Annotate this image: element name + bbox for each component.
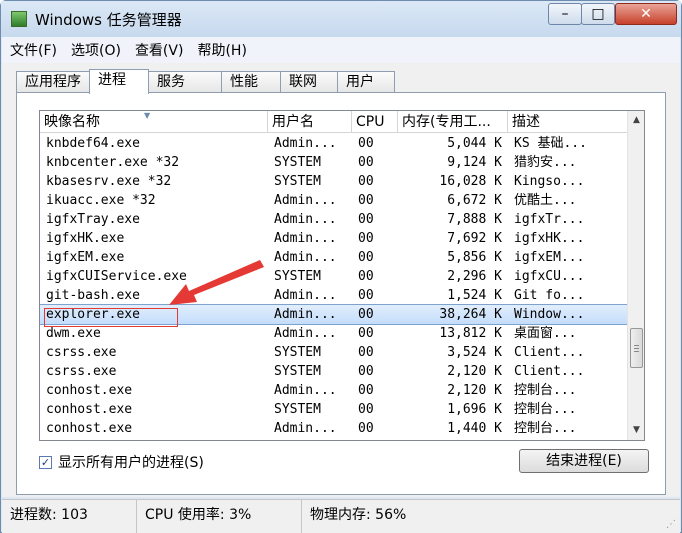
tab-processes[interactable]: 进程 (89, 69, 149, 94)
task-manager-window: Windows 任务管理器 – □ ✕ 文件(F) 选项(O) 查看(V) 帮助… (0, 0, 682, 533)
